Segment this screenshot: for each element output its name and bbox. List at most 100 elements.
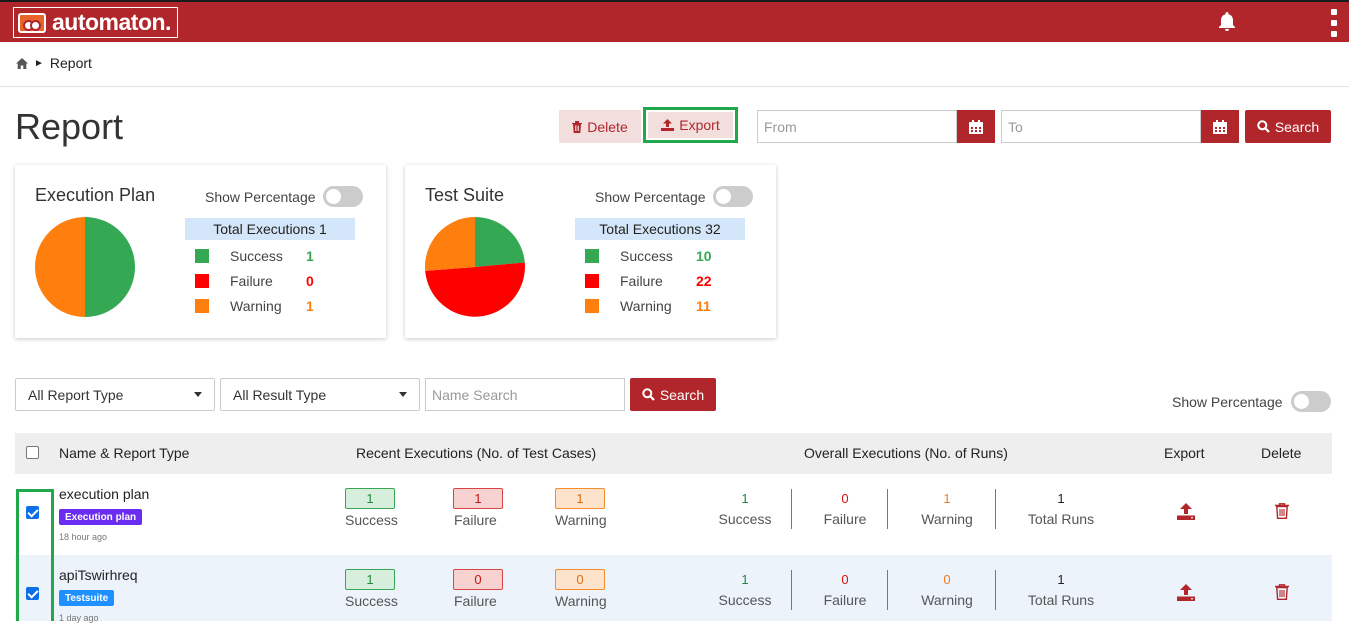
to-calendar-icon[interactable] <box>1201 110 1239 143</box>
legend-value: 1 <box>306 298 314 314</box>
upload-icon <box>661 119 675 131</box>
legend-value: 10 <box>696 248 712 264</box>
pie-slice-failure <box>425 262 525 317</box>
report-name[interactable]: execution plan <box>59 486 149 502</box>
home-icon[interactable] <box>16 57 28 69</box>
date-search-button[interactable]: Search <box>1245 110 1331 143</box>
overall-warning-count: 0 <box>943 572 951 587</box>
overall-total-count: 1 <box>1057 491 1065 506</box>
to-date-input[interactable]: To <box>1001 110 1201 143</box>
pie-slice-success <box>475 217 525 267</box>
legend-value: 1 <box>306 248 314 264</box>
bell-icon[interactable] <box>1215 10 1239 39</box>
total-executions: Total Executions 32 <box>575 218 745 240</box>
row-export-icon[interactable] <box>1177 584 1195 604</box>
report-type-value: All Report Type <box>28 386 124 403</box>
table-show-percentage-toggle[interactable]: Show Percentage <box>1172 391 1331 412</box>
delete-button[interactable]: Delete <box>559 110 641 143</box>
legend-swatch <box>195 249 209 263</box>
show-percentage-toggle[interactable]: Show Percentage <box>595 186 753 207</box>
recent-warning-count: 0 <box>555 569 605 590</box>
export-highlight: Export <box>643 107 738 143</box>
breadcrumb-separator: ► <box>34 57 44 69</box>
recent-warning-label: Warning <box>555 593 607 609</box>
divider <box>995 489 996 529</box>
overall-failure-label: Failure <box>823 592 867 608</box>
toggle-switch[interactable] <box>322 186 363 207</box>
legend-label: Success <box>620 248 673 264</box>
toggle-switch[interactable] <box>712 186 753 207</box>
logo-icon <box>18 12 46 33</box>
header-divider <box>0 86 1349 87</box>
recent-failure-label: Failure <box>454 512 497 528</box>
chevron-down-icon <box>399 392 407 397</box>
time-ago: 1 day ago <box>59 613 99 623</box>
table-row[interactable]: apiTswirhreq Testsuite 1 day ago 1 Succe… <box>15 555 1332 623</box>
show-percentage-label: Show Percentage <box>205 188 316 205</box>
overall-warning-label: Warning <box>921 511 973 527</box>
legend-warning: Warning 1 <box>195 298 314 314</box>
pie-slice-success <box>85 217 135 317</box>
report-type-select[interactable]: All Report Type <box>15 378 215 411</box>
legend-swatch <box>585 249 599 263</box>
from-date-input[interactable]: From <box>757 110 957 143</box>
row-delete-icon[interactable] <box>1275 503 1289 522</box>
breadcrumb: ► Report <box>16 55 92 71</box>
overall-failure-count: 0 <box>841 572 849 587</box>
show-percentage-label: Show Percentage <box>1172 393 1283 410</box>
overall-warning-count: 1 <box>943 491 951 506</box>
recent-failure-label: Failure <box>454 593 497 609</box>
divider <box>887 489 888 529</box>
overall-success-label: Success <box>718 592 772 608</box>
overall-success-count: 1 <box>741 491 749 506</box>
report-type-badge: Execution plan <box>59 509 143 525</box>
result-type-select[interactable]: All Result Type <box>220 378 420 411</box>
report-type-badge: Testsuite <box>59 590 115 606</box>
legend-value: 0 <box>306 273 314 289</box>
legend-label: Warning <box>620 298 672 314</box>
recent-success-count: 1 <box>345 569 395 590</box>
legend-value: 11 <box>696 298 711 314</box>
legend-label: Failure <box>230 273 273 289</box>
divider <box>995 570 996 610</box>
legend-swatch <box>585 274 599 288</box>
legend-swatch <box>195 299 209 313</box>
legend-swatch <box>585 299 599 313</box>
table-row[interactable]: execution plan Execution plan 18 hour ag… <box>15 474 1332 555</box>
app-logo[interactable]: automaton. <box>13 7 178 38</box>
delete-button-label: Delete <box>587 118 628 135</box>
result-type-value: All Result Type <box>233 386 327 403</box>
legend-success: Success 1 <box>195 248 314 264</box>
select-all-checkbox[interactable] <box>26 446 39 459</box>
legend-label: Success <box>230 248 283 264</box>
recent-failure-count: 0 <box>453 569 503 590</box>
export-button-label: Export <box>679 117 720 133</box>
header-delete: Delete <box>1261 445 1302 461</box>
chevron-down-icon <box>194 392 202 397</box>
toggle-switch[interactable] <box>1290 391 1331 412</box>
recent-success-label: Success <box>345 512 398 528</box>
overall-total-count: 1 <box>1057 572 1065 587</box>
from-calendar-icon[interactable] <box>957 110 995 143</box>
header-recent: Recent Executions (No. of Test Cases) <box>356 445 597 461</box>
test-suite-pie-chart <box>425 217 525 317</box>
app-name: automaton. <box>52 9 171 35</box>
recent-failure-count: 1 <box>453 488 503 509</box>
overall-success-count: 1 <box>741 572 749 587</box>
report-name[interactable]: apiTswirhreq <box>59 567 138 583</box>
divider <box>887 570 888 610</box>
top-navbar: automaton. <box>0 0 1349 42</box>
show-percentage-toggle[interactable]: Show Percentage <box>205 186 363 207</box>
card-title: Test Suite <box>425 185 505 205</box>
row-delete-icon[interactable] <box>1275 584 1289 603</box>
kebab-menu-icon[interactable] <box>1330 9 1338 37</box>
row-export-icon[interactable] <box>1177 503 1195 523</box>
overall-total-label: Total Runs <box>1027 511 1095 527</box>
pie-slice-warning <box>425 217 475 271</box>
date-search-label: Search <box>1274 118 1320 135</box>
export-button[interactable]: Export <box>646 110 735 140</box>
overall-success-label: Success <box>718 511 772 527</box>
name-search-button[interactable]: Search <box>630 378 716 411</box>
show-percentage-label: Show Percentage <box>595 188 706 205</box>
name-search-input[interactable]: Name Search <box>425 378 625 411</box>
